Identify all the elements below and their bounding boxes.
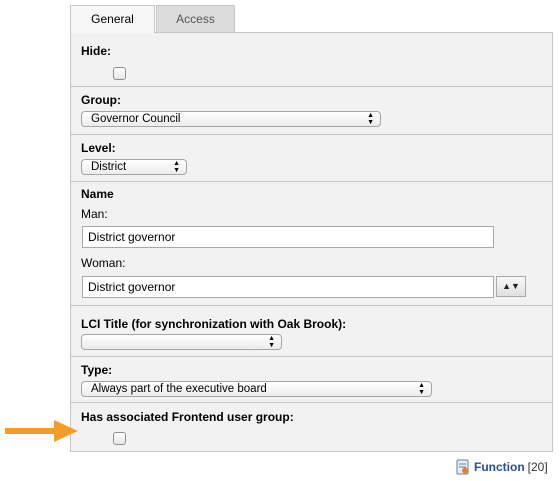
group-select-value: Governor Council — [91, 113, 181, 125]
level-section: Level: District ▲ ▼ — [71, 135, 552, 182]
hide-checkbox[interactable] — [113, 67, 126, 80]
name-section: Name Man: District governor Woman: Distr… — [71, 182, 552, 306]
level-select-value: District — [91, 161, 127, 173]
function-record-label[interactable]: Function — [474, 460, 525, 474]
type-select-value: Always part of the executive board — [91, 383, 267, 395]
type-select[interactable]: Always part of the executive board ▲ ▼ — [81, 381, 432, 397]
select-arrows-icon: ▲ ▼ — [173, 160, 180, 174]
hide-label: Hide: — [81, 44, 111, 58]
pointer-arrow-icon — [5, 420, 78, 442]
frontend-group-checkbox[interactable] — [113, 432, 126, 445]
select-arrows-icon: ▲ ▼ — [268, 335, 275, 349]
woman-name-input[interactable]: District governor — [82, 276, 494, 298]
man-label: Man: — [81, 207, 108, 221]
tab-access[interactable]: Access — [156, 5, 235, 32]
group-section: Group: Governor Council ▲ ▼ — [71, 87, 552, 135]
select-arrows-icon: ▲ ▼ — [367, 112, 374, 126]
hide-section: Hide: — [71, 33, 552, 87]
level-select[interactable]: District ▲ ▼ — [81, 159, 187, 175]
general-form-panel: Hide: Group: Governor Council ▲ ▼ Level: … — [70, 32, 553, 452]
tab-general[interactable]: General — [70, 5, 155, 33]
type-section: Type: Always part of the executive board… — [71, 357, 552, 403]
group-select[interactable]: Governor Council ▲ ▼ — [81, 111, 381, 127]
frontend-group-label: Has associated Frontend user group: — [81, 410, 294, 424]
group-label: Group: — [81, 93, 121, 107]
man-name-value: District governor — [88, 230, 176, 244]
name-label: Name — [81, 187, 114, 201]
lci-title-label: LCI Title (for synchronization with Oak … — [81, 317, 347, 331]
level-label: Level: — [81, 141, 116, 155]
woman-label: Woman: — [81, 256, 126, 270]
function-record-icon — [456, 459, 469, 475]
woman-name-value: District governor — [88, 280, 176, 294]
man-name-input[interactable]: District governor — [82, 226, 494, 248]
record-uid: [20] — [527, 460, 548, 474]
lci-title-select[interactable]: ▲ ▼ — [81, 334, 282, 350]
name-toggle-button[interactable]: ▲▼ — [496, 276, 526, 297]
select-arrows-icon: ▲ ▼ — [418, 382, 425, 396]
type-label: Type: — [81, 363, 113, 377]
lci-title-section: LCI Title (for synchronization with Oak … — [71, 306, 552, 357]
frontend-group-section: Has associated Frontend user group: — [71, 403, 552, 451]
record-footer: Function [20] — [455, 458, 548, 476]
